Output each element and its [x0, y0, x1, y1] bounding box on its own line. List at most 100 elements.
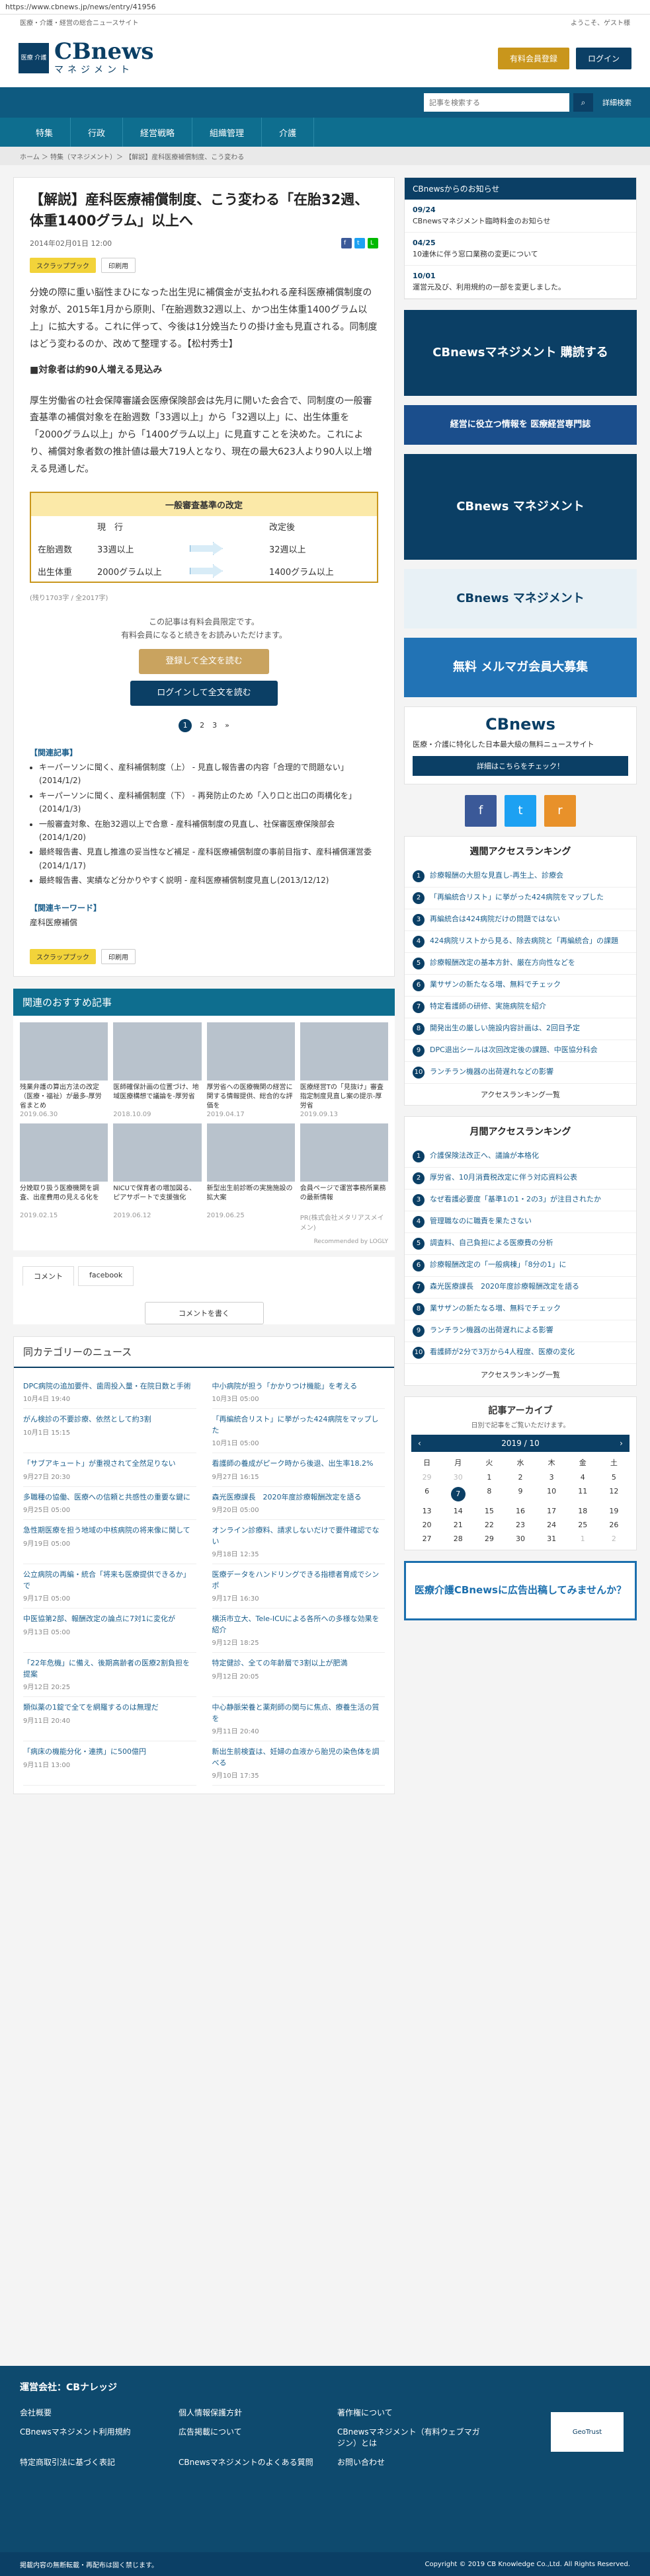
- calendar-day[interactable]: 6: [411, 1487, 442, 1501]
- footer-link[interactable]: 個人情報保護方針: [179, 2407, 324, 2418]
- page-1[interactable]: 1: [179, 718, 192, 732]
- calendar-day[interactable]: 7: [450, 1486, 466, 1501]
- rec-item[interactable]: 医師確保計画の位置づけ、地域医療構想で議論を-厚労省 2018.10.09: [113, 1022, 202, 1118]
- rank-item[interactable]: 8 業サザンの新たなる増、無料でチェック: [405, 1299, 636, 1320]
- news-item[interactable]: 「サブアキュート」が重視されて全然足りない 9月27日 20:30: [23, 1453, 196, 1487]
- line-button[interactable]: L: [368, 238, 378, 248]
- rank-item[interactable]: 4 424病院リストから見る、除去病院と「再編統合」の課題: [405, 931, 636, 953]
- calendar-day[interactable]: 5: [598, 1473, 630, 1482]
- news-item[interactable]: 中小病院が担う「かかりつけ機能」を考える 10月3日 05:00: [212, 1376, 385, 1410]
- monthly-ranking-more[interactable]: アクセスランキング一覧: [405, 1364, 636, 1385]
- news-item[interactable]: 中心静脈栄養と薬剤師の関与に焦点、療養生活の質を 9月11日 20:40: [212, 1697, 385, 1742]
- page-3[interactable]: 3: [212, 721, 217, 730]
- rank-item[interactable]: 5 診療報酬改定の基本方針、厳在方向性などを: [405, 953, 636, 975]
- nav-item-org[interactable]: 組織管理: [192, 118, 263, 147]
- calendar-day[interactable]: 13: [411, 1507, 442, 1515]
- footer-link[interactable]: 会社概要: [20, 2407, 165, 2418]
- rank-item[interactable]: 6 診療報酬改定の「一般病棟」「8分の1」に: [405, 1255, 636, 1277]
- rank-item[interactable]: 10 ランチラン機器の出荷遅れなどの影響: [405, 1062, 636, 1084]
- rec-item[interactable]: 医療経営Tの「見抜け」審査指定制度見直し案の提示-厚労省 2019.09.13: [300, 1022, 388, 1118]
- related-link[interactable]: キーパーソンに聞く、産科補償制度（下） - 再発防止のため「入り口と出口の両構化…: [39, 789, 378, 816]
- rank-item[interactable]: 5 調査料、自己負担による医療費の分析: [405, 1233, 636, 1255]
- calendar-day[interactable]: 30: [442, 1473, 473, 1482]
- facebook-icon[interactable]: f: [465, 794, 497, 827]
- management-banner[interactable]: CBnews マネジメント: [404, 454, 637, 560]
- footer-link[interactable]: CBnewsマネジメントのよくある質問: [179, 2456, 324, 2468]
- nav-item-feature[interactable]: 特集: [19, 118, 71, 147]
- notice-item[interactable]: 10/01 運営元及び、利用規約の一部を変更しました。: [405, 266, 636, 299]
- rec-item[interactable]: 分娩取り扱う医療機関を調査、出産費用の見える化を 2019.02.15: [20, 1123, 108, 1232]
- calendar-day[interactable]: 11: [567, 1487, 598, 1501]
- rec-item[interactable]: 会員ページで運営事務所業務の最新情報 PR(株式会社メタリアスメイメン): [300, 1123, 388, 1232]
- calendar-day[interactable]: 26: [598, 1521, 630, 1529]
- print-button-bottom[interactable]: 印刷用: [101, 948, 136, 964]
- mailmag-banner[interactable]: 無料 メルマガ会員大募集: [404, 638, 637, 697]
- rank-item[interactable]: 4 管理職なのに職責を果たさない: [405, 1211, 636, 1233]
- magazine-banner[interactable]: 経営に役立つ情報を 医療経営専門誌: [404, 405, 637, 445]
- calendar-day[interactable]: 8: [473, 1487, 505, 1501]
- calendar-day[interactable]: 21: [442, 1521, 473, 1529]
- twitter-icon[interactable]: t: [505, 794, 536, 827]
- calendar-day[interactable]: 22: [473, 1521, 505, 1529]
- news-item[interactable]: 特定健診、全ての年齢層で3割以上が肥満 9月12日 20:05: [212, 1653, 385, 1698]
- like-button[interactable]: f: [341, 238, 352, 248]
- news-item[interactable]: 新出生前検査は、妊婦の血液から胎児の染色体を調べる 9月10日 17:35: [212, 1741, 385, 1786]
- news-item[interactable]: 類似薬の1錠で全てを網羅するのは無理だ 9月11日 20:40: [23, 1697, 196, 1742]
- page-next[interactable]: »: [225, 721, 229, 730]
- nav-item-care[interactable]: 介護: [262, 118, 315, 147]
- login-button[interactable]: ログイン: [575, 47, 631, 69]
- rank-item[interactable]: 3 再編統合は424病院だけの問題ではない: [405, 909, 636, 931]
- calendar-day[interactable]: 2: [598, 1534, 630, 1543]
- rank-item[interactable]: 10 看護師が2分で3万から4人程度、医療の変化: [405, 1342, 636, 1364]
- advanced-search-link[interactable]: 詳細検索: [602, 97, 631, 108]
- related-link[interactable]: 一般審査対象、在胎32週以上で合意 - 産科補償制度の見直し、社保審医療保険部会…: [39, 817, 378, 845]
- footer-link[interactable]: 特定商取引法に基づく表記: [20, 2456, 165, 2468]
- rank-item[interactable]: 9 ランチラン機器の出荷遅れによる影響: [405, 1320, 636, 1342]
- member-register-button[interactable]: 有料会員登録: [497, 47, 569, 69]
- calendar-day[interactable]: 14: [442, 1507, 473, 1515]
- calendar-day[interactable]: 12: [598, 1487, 630, 1501]
- footer-link[interactable]: CBnewsマネジメント利用規約: [20, 2426, 165, 2448]
- calendar-day[interactable]: 20: [411, 1521, 442, 1529]
- news-item[interactable]: 急性期医療を担う地域の中核病院の将来像に関して 9月19日 05:00: [23, 1520, 196, 1565]
- nav-item-admin[interactable]: 行政: [71, 118, 124, 147]
- news-item[interactable]: 「22年危機」に備え、後期高齢者の医療2割負担を提案 9月12日 20:25: [23, 1653, 196, 1698]
- calendar-day[interactable]: 3: [536, 1473, 567, 1482]
- news-item[interactable]: 横浜市立大、Tele-ICUによる各所への多様な効果を紹介 9月12日 18:25: [212, 1609, 385, 1653]
- news-item[interactable]: 森光医療課長 2020年度診療報酬改定を語る 9月20日 05:00: [212, 1487, 385, 1521]
- nav-item-strategy[interactable]: 経営戦略: [123, 118, 193, 147]
- calendar-day[interactable]: 15: [473, 1507, 505, 1515]
- search-input[interactable]: [424, 93, 569, 112]
- calendar-day[interactable]: 2: [505, 1473, 536, 1482]
- calendar-day[interactable]: 28: [442, 1534, 473, 1543]
- logo-banner[interactable]: CBnews マネジメント: [404, 569, 637, 628]
- rank-item[interactable]: 9 DPC退出シールは次回改定後の課題、中医協分科会: [405, 1040, 636, 1062]
- news-item[interactable]: 「病床の機能分化・連携」に500億円 9月11日 13:00: [23, 1741, 196, 1786]
- footer-link[interactable]: お問い合わせ: [337, 2456, 483, 2468]
- calendar-day[interactable]: 17: [536, 1507, 567, 1515]
- notice-item[interactable]: 09/24 CBnewsマネジメント臨時料金のお知らせ: [405, 200, 636, 233]
- calendar-day[interactable]: 19: [598, 1507, 630, 1515]
- calendar-day[interactable]: 29: [411, 1473, 442, 1482]
- search-icon[interactable]: ⌕: [573, 93, 593, 112]
- related-link[interactable]: キーパーソンに聞く、産科補償制度（上） - 見直し報告書の内容「合理的で問題ない…: [39, 761, 378, 788]
- rec-item[interactable]: NICUで保育者の増加図る、ピアサポートで支援強化 2019.06.12: [113, 1123, 202, 1232]
- calendar-day[interactable]: 9: [505, 1487, 536, 1501]
- footer-link[interactable]: 著作権について: [337, 2407, 483, 2418]
- rss-icon[interactable]: r: [544, 794, 576, 827]
- footer-link[interactable]: 広告掲載について: [179, 2426, 324, 2448]
- calendar-day[interactable]: 24: [536, 1521, 567, 1529]
- news-item[interactable]: 中医協第2部、報酬改定の論点に7対1に変化が 9月13日 05:00: [23, 1609, 196, 1653]
- calendar-day[interactable]: 10: [536, 1487, 567, 1501]
- rec-item[interactable]: 新型出生前診断の実施施設の拡大案 2019.06.25: [206, 1123, 295, 1232]
- rank-item[interactable]: 6 業サザンの新たなる増、無料でチェック: [405, 975, 636, 997]
- rank-item[interactable]: 7 森光医療課長 2020年度診療報酬改定を語る: [405, 1277, 636, 1299]
- calendar-day[interactable]: 1: [473, 1473, 505, 1482]
- weekly-ranking-more[interactable]: アクセスランキング一覧: [405, 1084, 636, 1105]
- tab-facebook[interactable]: facebook: [78, 1266, 134, 1286]
- calendar-day[interactable]: 27: [411, 1534, 442, 1543]
- scrapbook-button-bottom[interactable]: スクラップブック: [30, 948, 96, 964]
- news-item[interactable]: 「再編統合リスト」に挙がった424病院をマップした 10月1日 05:00: [212, 1409, 385, 1454]
- news-item[interactable]: 看護師の養成がピーク時から後退、出生率18.2% 9月27日 16:15: [212, 1453, 385, 1487]
- subscribe-banner[interactable]: CBnewsマネジメント 購読する: [404, 310, 637, 396]
